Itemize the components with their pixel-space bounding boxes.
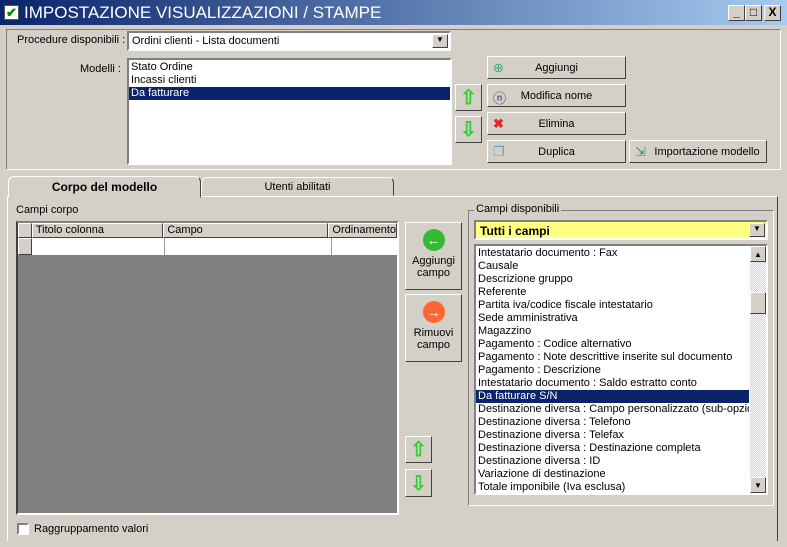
list-item[interactable]: Totale imponibile (Iva esclusa): [476, 481, 749, 494]
button-label: Duplica: [538, 145, 575, 158]
button-label: campo: [416, 339, 451, 351]
window-title: IMPOSTAZIONE VISUALIZZAZIONI / STAMPE: [24, 3, 382, 22]
arrow-up-icon: ⇧: [460, 87, 477, 109]
button-label: Aggiungi: [535, 61, 578, 74]
title-bar: IMPOSTAZIONE VISUALIZZAZIONI / STAMPE: [0, 0, 787, 25]
button-label: Rimuovi: [413, 327, 454, 339]
close-button[interactable]: X: [764, 5, 781, 21]
list-item[interactable]: Causale: [476, 260, 749, 273]
campi-corpo-label: Campi corpo: [16, 204, 79, 216]
add-icon: ⊕: [493, 60, 504, 75]
elimina-button[interactable]: ✖ Elimina: [487, 112, 626, 135]
button-label: campo: [416, 267, 451, 279]
arrow-down-icon: ⇩: [460, 119, 477, 141]
list-item[interactable]: Pagamento : Codice alternativo: [476, 338, 749, 351]
field-down-button[interactable]: ⇩: [405, 469, 432, 497]
filter-select[interactable]: Tutti i campi ▼: [474, 220, 768, 240]
list-item[interactable]: Da fatturare: [129, 87, 450, 100]
arrow-right-icon: →: [422, 301, 445, 323]
rename-icon: ⓝ: [493, 91, 507, 106]
list-item[interactable]: Destinazione diversa : ID: [476, 455, 749, 468]
campi-disponibili-label: Campi disponibili: [474, 203, 562, 215]
list-item[interactable]: Destinazione diversa : Destinazione comp…: [476, 442, 749, 455]
table-row[interactable]: [18, 238, 397, 255]
scroll-up-icon[interactable]: ▲: [750, 246, 766, 262]
list-item[interactable]: Stato Ordine: [129, 61, 450, 74]
importazione-button[interactable]: ⇲ Importazione modello: [629, 140, 767, 163]
list-item[interactable]: Intestatario documento : Saldo estratto …: [476, 377, 749, 390]
list-item[interactable]: Sede amministrativa: [476, 312, 749, 325]
list-item[interactable]: Destinazione diversa : Telefono: [476, 416, 749, 429]
aggiungi-button[interactable]: ⊕ Aggiungi: [487, 56, 626, 79]
arrow-up-icon: ⇧: [410, 439, 427, 461]
raggruppamento-checkbox[interactable]: [17, 523, 29, 535]
arrow-left-icon: ←: [422, 229, 445, 251]
move-down-button[interactable]: ⇩: [455, 116, 482, 143]
procedure-label: Procedure disponibili :: [17, 34, 126, 46]
scroll-down-icon[interactable]: ▼: [750, 477, 766, 493]
filter-value: Tutti i campi: [480, 224, 550, 238]
list-item[interactable]: Destinazione diversa : Telefax: [476, 429, 749, 442]
tab-utenti[interactable]: Utenti abilitati: [201, 177, 394, 196]
campi-disponibili-list[interactable]: Intestatario documento : Fax Causale Descr…: [474, 244, 768, 495]
app-check-icon: ✔: [4, 5, 19, 20]
list-item[interactable]: Variazione di destinazione: [476, 468, 749, 481]
move-up-button[interactable]: ⇧: [455, 84, 482, 111]
list-item[interactable]: Descrizione gruppo: [476, 273, 749, 286]
procedure-value: Ordini clienti - Lista documenti: [132, 35, 280, 47]
column-campo[interactable]: Campo: [163, 223, 329, 238]
delete-icon: ✖: [493, 116, 504, 131]
rimuovi-campo-button[interactable]: → Rimuovi campo: [405, 294, 462, 362]
scrollbar[interactable]: ▲ ▼: [750, 246, 766, 493]
grid-header: Titolo colonna Campo Ordinamento: [18, 223, 398, 238]
chevron-down-icon[interactable]: ▼: [749, 223, 765, 237]
maximize-button[interactable]: □: [745, 5, 762, 21]
list-item[interactable]: Magazzino: [476, 325, 749, 338]
chevron-down-icon[interactable]: ▼: [432, 34, 448, 48]
minimize-button[interactable]: _: [728, 5, 745, 21]
button-label: Elimina: [538, 117, 575, 130]
import-icon: ⇲: [635, 144, 646, 159]
list-item[interactable]: Referente: [476, 286, 749, 299]
list-item[interactable]: Incassi clienti: [129, 74, 450, 87]
campi-corpo-grid[interactable]: Titolo colonna Campo Ordinamento: [16, 221, 399, 515]
list-item[interactable]: Partita iva/codice fiscale intestatario: [476, 299, 749, 312]
button-label: Importazione modello: [654, 145, 760, 158]
button-label: Modifica nome: [520, 89, 593, 102]
copy-icon: ❐: [493, 144, 505, 159]
list-item[interactable]: Pagamento : Descrizione: [476, 364, 749, 377]
button-label: Aggiungi: [412, 255, 455, 267]
column-ordinamento[interactable]: Ordinamento: [328, 223, 398, 238]
aggiungi-campo-button[interactable]: ← Aggiungi campo: [405, 222, 462, 290]
duplica-button[interactable]: ❐ Duplica: [487, 140, 626, 163]
modifica-nome-button[interactable]: ⓝ Modifica nome: [487, 84, 626, 107]
column-titolo[interactable]: Titolo colonna: [31, 223, 164, 238]
list-item[interactable]: Destinazione diversa : Campo personalizz…: [476, 403, 749, 416]
list-item[interactable]: Intestatario documento : Fax: [476, 247, 749, 260]
tab-corpo[interactable]: Corpo del modello: [8, 176, 201, 198]
scroll-thumb[interactable]: [750, 292, 766, 314]
procedure-select[interactable]: Ordini clienti - Lista documenti ▼: [127, 31, 451, 51]
raggruppamento-label: Raggruppamento valori: [34, 523, 149, 535]
modelli-label: Modelli :: [80, 63, 121, 75]
arrow-down-icon: ⇩: [410, 472, 427, 495]
modelli-list[interactable]: Stato Ordine Incassi clienti Da fatturar…: [127, 58, 452, 165]
list-item[interactable]: Pagamento : Note descrittive inserite su…: [476, 351, 749, 364]
field-up-button[interactable]: ⇧: [405, 436, 432, 463]
list-item[interactable]: Da fatturare S/N: [476, 390, 749, 403]
